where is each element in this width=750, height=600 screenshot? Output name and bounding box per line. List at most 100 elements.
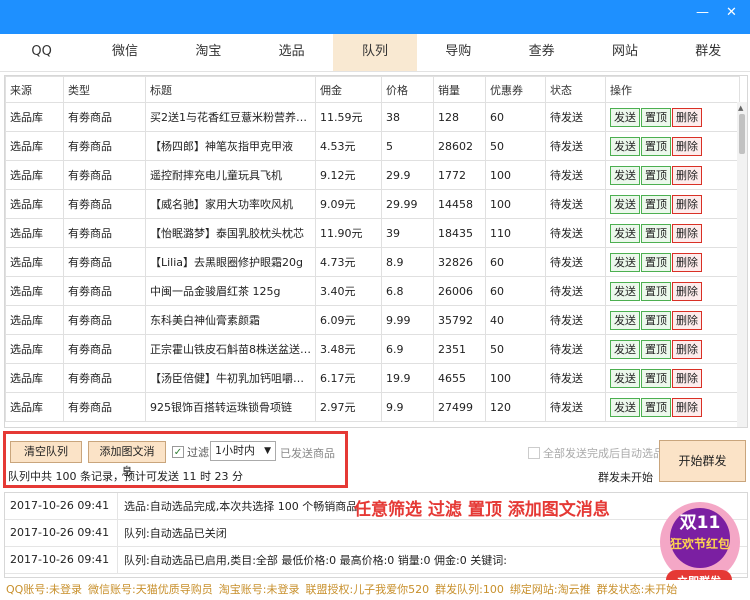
- tab-broadcast[interactable]: 群发: [667, 34, 750, 71]
- auto-select-label: 全部发送完成后自动选品: [543, 447, 664, 460]
- table-row[interactable]: 选品库 有劵商品 【杨四郎】神笔灰指甲克甲液 4.53元 5 28602 50 待发送 发送 置顶…: [5, 131, 740, 161]
- pin-top-button[interactable]: 置顶: [641, 310, 671, 330]
- tab-select[interactable]: 选品: [250, 34, 333, 71]
- send-button[interactable]: 发送: [610, 339, 640, 359]
- filter-label: 过滤: [187, 446, 209, 459]
- filter-time-select[interactable]: 1小时内 ▼: [210, 441, 276, 461]
- cell-actions: 发送 置顶 删除: [605, 131, 740, 161]
- filter-checkbox[interactable]: ✓ 过滤: [172, 444, 209, 460]
- cell-actions: 发送 置顶 删除: [605, 218, 740, 248]
- col-actions: 操作: [605, 76, 740, 103]
- tab-guide[interactable]: 导购: [417, 34, 500, 71]
- cell-status: 待发送: [545, 218, 606, 248]
- close-icon[interactable]: ✕: [726, 6, 737, 20]
- cell-title: 925银饰百搭转运珠锁骨项链: [145, 392, 316, 422]
- table-row[interactable]: 选品库 有劵商品 遥控耐摔充电儿童玩具飞机 9.12元 29.9 1772 100 待发送 发送…: [5, 160, 740, 190]
- delete-button[interactable]: 删除: [672, 252, 702, 272]
- col-commission[interactable]: 佣金: [315, 76, 382, 103]
- cell-type: 有劵商品: [63, 247, 146, 277]
- col-sales[interactable]: 销量: [433, 76, 486, 103]
- col-coupon[interactable]: 优惠券: [485, 76, 546, 103]
- pin-top-button[interactable]: 置顶: [641, 397, 671, 417]
- cell-status: 待发送: [545, 160, 606, 190]
- delete-button[interactable]: 删除: [672, 310, 702, 330]
- send-button[interactable]: 发送: [610, 310, 640, 330]
- table-row[interactable]: 选品库 有劵商品 【Lilia】去黑眼圈修护眼霜20g 4.73元 8.9 32826 60…: [5, 247, 740, 277]
- pin-top-button[interactable]: 置顶: [641, 223, 671, 243]
- pin-top-button[interactable]: 置顶: [641, 339, 671, 359]
- delete-button[interactable]: 删除: [672, 165, 702, 185]
- send-button[interactable]: 发送: [610, 136, 640, 156]
- cell-price: 9.99: [381, 305, 434, 335]
- scrollbar-thumb[interactable]: [739, 114, 745, 154]
- send-button[interactable]: 发送: [610, 281, 640, 301]
- pin-top-button[interactable]: 置顶: [641, 107, 671, 127]
- tab-queue[interactable]: 队列: [333, 34, 417, 71]
- cell-actions: 发送 置顶 删除: [605, 334, 740, 364]
- col-status[interactable]: 状态: [545, 76, 606, 103]
- col-price[interactable]: 价格: [381, 76, 434, 103]
- cell-title: 正宗霍山铁皮石斛苗8株送盆送基质肥料: [145, 334, 316, 364]
- table-row[interactable]: 选品库 有劵商品 买2送1与花香红豆薏米粉营养代餐粉 11.59元 38 128 60 待发送…: [5, 102, 740, 132]
- col-source[interactable]: 来源: [5, 76, 64, 103]
- delete-button[interactable]: 删除: [672, 223, 702, 243]
- scroll-up-icon[interactable]: ▲: [738, 104, 743, 112]
- send-button[interactable]: 发送: [610, 107, 640, 127]
- pin-top-button[interactable]: 置顶: [641, 194, 671, 214]
- col-title[interactable]: 标题: [145, 76, 316, 103]
- status-wechat: 微信账号:天猫优质导购员: [88, 583, 213, 596]
- clear-queue-button[interactable]: 清空队列: [10, 441, 82, 463]
- send-button[interactable]: 发送: [610, 397, 640, 417]
- cell-coupon: 60: [485, 102, 546, 132]
- pin-top-button[interactable]: 置顶: [641, 281, 671, 301]
- send-button[interactable]: 发送: [610, 165, 640, 185]
- cell-type: 有劵商品: [63, 305, 146, 335]
- cell-price: 8.9: [381, 247, 434, 277]
- delete-button[interactable]: 删除: [672, 136, 702, 156]
- pin-top-button[interactable]: 置顶: [641, 165, 671, 185]
- pin-top-button[interactable]: 置顶: [641, 368, 671, 388]
- cell-commission: 11.59元: [315, 102, 382, 132]
- cell-coupon: 120: [485, 392, 546, 422]
- delete-button[interactable]: 删除: [672, 339, 702, 359]
- send-button[interactable]: 发送: [610, 252, 640, 272]
- title-bar: — ✕: [0, 0, 750, 34]
- table-row[interactable]: 选品库 有劵商品 东科美白神仙膏素颜霜 6.09元 9.99 35792 40 待发送 发送 置顶…: [5, 305, 740, 335]
- auto-select-checkbox[interactable]: 全部发送完成后自动选品: [528, 445, 664, 461]
- table-row[interactable]: 选品库 有劵商品 中闽一品金骏眉红茶 125g 3.40元 6.8 26006 60 待发送发…: [5, 276, 740, 306]
- delete-button[interactable]: 删除: [672, 368, 702, 388]
- delete-button[interactable]: 删除: [672, 281, 702, 301]
- table-row[interactable]: 选品库有劵商品正宗霍山铁皮石斛苗8株送盆送基质肥料3.48元6.9235150待…: [5, 334, 740, 364]
- table-row[interactable]: 选品库 有劵商品 925银饰百搭转运珠锁骨项链 2.97元 9.9 27499 120 待发送…: [5, 392, 740, 422]
- cell-title: 【杨四郎】神笔灰指甲克甲液: [145, 131, 316, 161]
- cell-source: 选品库: [5, 392, 64, 422]
- delete-button[interactable]: 删除: [672, 107, 702, 127]
- tab-site[interactable]: 网站: [583, 34, 666, 71]
- log-time: 2017-10-26 09:41: [5, 520, 118, 546]
- delete-button[interactable]: 删除: [672, 194, 702, 214]
- tab-qq[interactable]: QQ: [0, 34, 83, 71]
- table-row[interactable]: 选品库 有劵商品 【怡眠潞梦】泰国乳胶枕头枕芯 11.90元 39 18435 110 待发送…: [5, 218, 740, 248]
- tab-taobao[interactable]: 淘宝: [167, 34, 250, 71]
- table-scrollbar[interactable]: ▲: [737, 102, 747, 427]
- table-row[interactable]: 选品库 有劵商品 【汤臣倍健】牛初乳加钙咀嚼片30片 6.17元 19.9 4655 100…: [5, 363, 740, 393]
- queue-status-text: 队列中共 100 条记录，预计可发送 11 时 23 分: [8, 470, 243, 483]
- start-broadcast-button[interactable]: 开始群发: [659, 440, 746, 482]
- col-type[interactable]: 类型: [63, 76, 146, 103]
- cell-commission: 6.17元: [315, 363, 382, 393]
- send-button[interactable]: 发送: [610, 368, 640, 388]
- tab-coupon[interactable]: 查券: [500, 34, 583, 71]
- tab-wechat[interactable]: 微信: [83, 34, 166, 71]
- pin-top-button[interactable]: 置顶: [641, 136, 671, 156]
- table-row[interactable]: 选品库 有劵商品 【威名驰】家用大功率吹风机 9.09元 29.99 14458 100 待发…: [5, 189, 740, 219]
- send-button[interactable]: 发送: [610, 194, 640, 214]
- send-button[interactable]: 发送: [610, 223, 640, 243]
- add-rich-message-button[interactable]: 添加图文消息: [88, 441, 166, 478]
- cell-sales: 28602: [433, 131, 486, 161]
- cell-commission: 3.40元: [315, 276, 382, 306]
- log-row: 2017-10-26 09:41 队列:自动选品已关闭: [5, 520, 747, 547]
- minimize-icon[interactable]: —: [696, 6, 709, 20]
- delete-button[interactable]: 删除: [672, 397, 702, 417]
- pin-top-button[interactable]: 置顶: [641, 252, 671, 272]
- cell-status: 待发送: [545, 334, 606, 364]
